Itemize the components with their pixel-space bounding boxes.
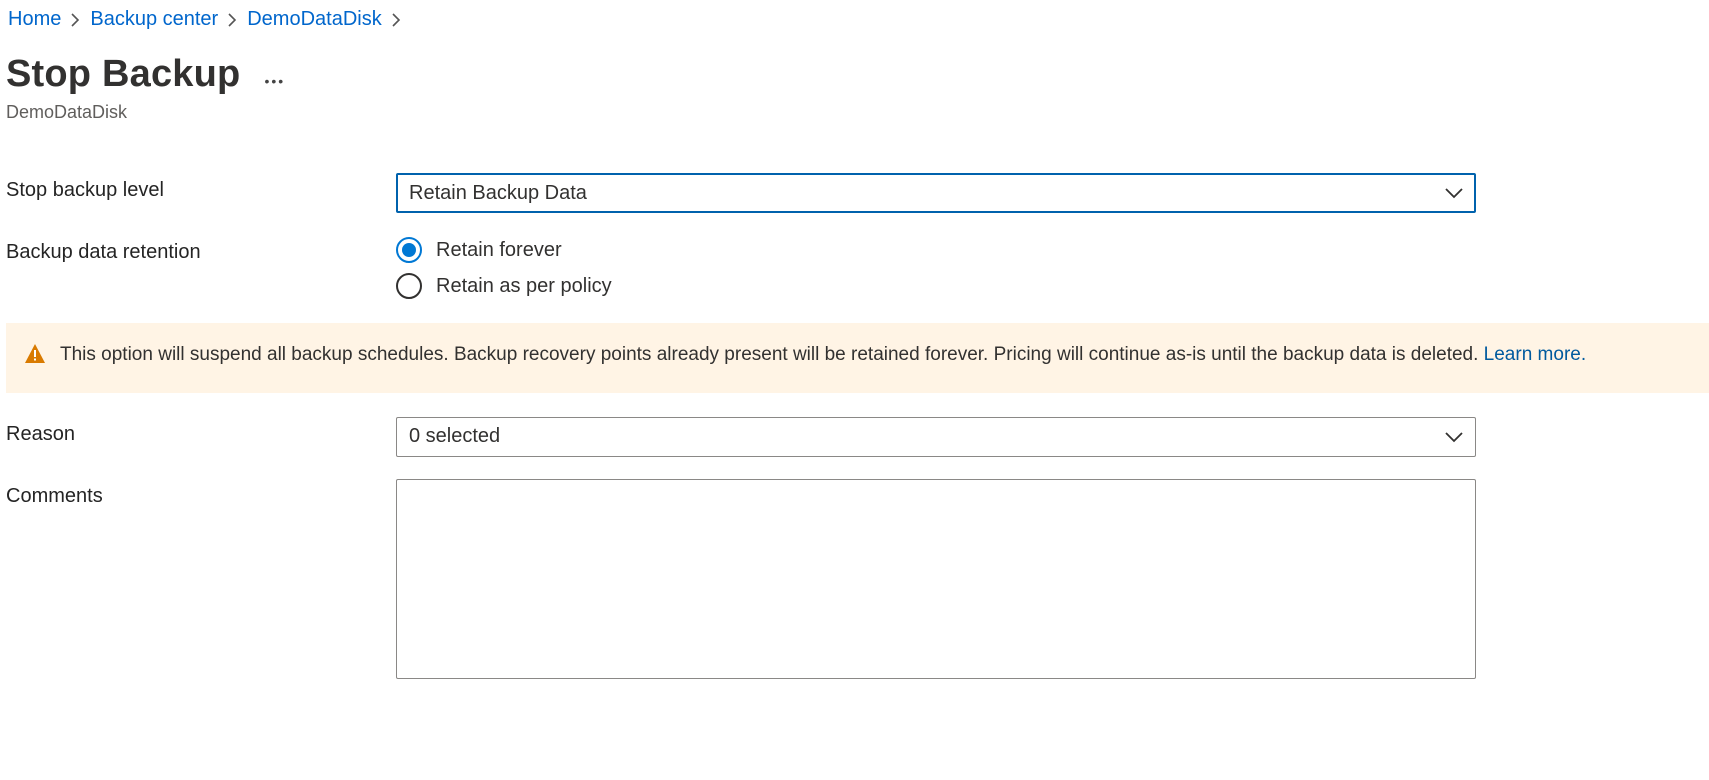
breadcrumb: Home Backup center DemoDataDisk — [6, 6, 1709, 41]
retention-option-retain-as-per-policy[interactable]: Retain as per policy — [396, 273, 1476, 299]
comments-textarea[interactable] — [396, 479, 1476, 679]
reason-select[interactable]: 0 selected — [396, 417, 1476, 457]
page-title: Stop Backup — [6, 53, 240, 96]
chevron-down-icon — [1445, 187, 1463, 199]
reason-select-value: 0 selected — [409, 425, 500, 448]
breadcrumb-item-demodatadisk[interactable]: DemoDataDisk — [247, 8, 381, 31]
chevron-right-icon — [71, 13, 80, 27]
reason-label: Reason — [6, 417, 396, 446]
chevron-right-icon — [228, 13, 237, 27]
warning-icon — [24, 343, 46, 375]
radio-icon — [396, 273, 422, 299]
breadcrumb-item-home[interactable]: Home — [8, 8, 61, 31]
learn-more-link[interactable]: Learn more. — [1484, 344, 1586, 365]
retention-option-retain-forever[interactable]: Retain forever — [396, 237, 1476, 263]
chevron-down-icon — [1445, 431, 1463, 443]
breadcrumb-item-backup-center[interactable]: Backup center — [90, 8, 218, 31]
chevron-right-icon — [392, 13, 401, 27]
retention-radio-group: Retain forever Retain as per policy — [396, 235, 1476, 299]
stop-backup-level-label: Stop backup level — [6, 173, 396, 202]
retention-option-label: Retain forever — [436, 239, 562, 262]
stop-backup-level-select[interactable]: Retain Backup Data — [396, 173, 1476, 213]
warning-banner-text: This option will suspend all backup sche… — [60, 344, 1484, 365]
comments-label: Comments — [6, 479, 396, 508]
retention-label: Backup data retention — [6, 235, 396, 264]
page-subtitle: DemoDataDisk — [6, 102, 1709, 123]
stop-backup-form: Stop backup level Retain Backup Data Bac… — [6, 173, 1709, 299]
radio-icon — [396, 237, 422, 263]
stop-backup-level-value: Retain Backup Data — [409, 182, 587, 205]
warning-banner: This option will suspend all backup sche… — [6, 323, 1709, 393]
retention-option-label: Retain as per policy — [436, 275, 612, 298]
more-actions-icon[interactable]: ••• — [264, 73, 285, 89]
